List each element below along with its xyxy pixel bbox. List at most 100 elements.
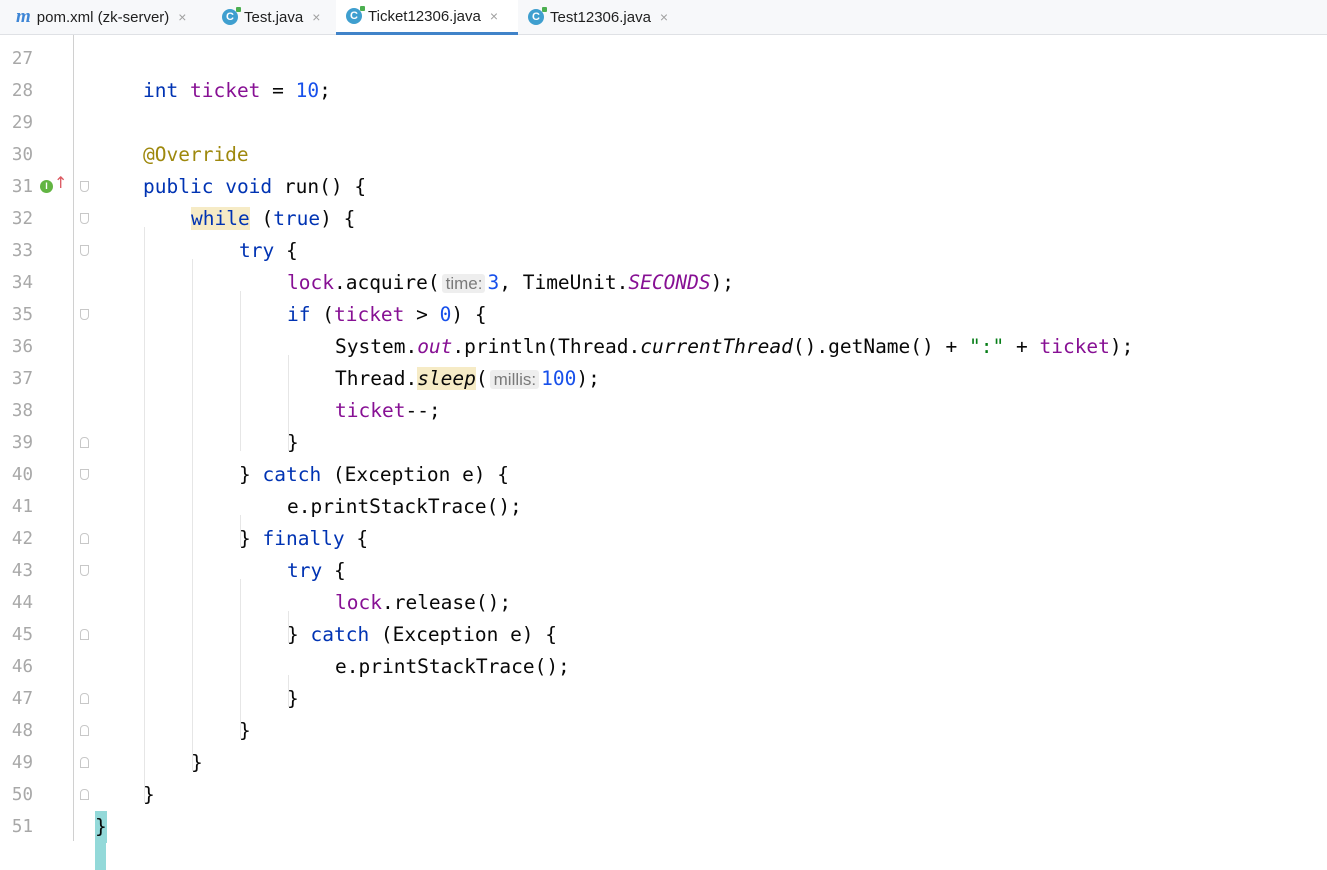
code-line: 42 } finally { (0, 523, 1327, 555)
fold-icon[interactable] (80, 469, 89, 480)
code-line: 39 } (0, 427, 1327, 459)
code-token: run() { (272, 175, 367, 198)
keyword: int (143, 79, 179, 102)
fold-end-icon[interactable] (80, 533, 89, 544)
line-number: 35 (11, 305, 33, 325)
line-number: 43 (11, 561, 33, 581)
close-icon[interactable]: × (178, 9, 186, 25)
code-line: 28 int ticket = 10; (0, 75, 1327, 107)
code-token: ().getName() + (792, 335, 969, 358)
field: lock (335, 591, 382, 614)
brace-highlight-strip (95, 843, 106, 870)
close-icon[interactable]: × (312, 9, 320, 25)
field: ticket (1039, 335, 1110, 358)
fold-icon[interactable] (80, 213, 89, 224)
close-icon[interactable]: × (660, 9, 668, 25)
code-token: { (344, 527, 369, 550)
code-line: 50 } (0, 779, 1327, 811)
line-number: 44 (11, 593, 33, 613)
field: ticket (333, 303, 405, 326)
keyword: catch (262, 463, 322, 486)
fold-end-icon[interactable] (80, 437, 89, 448)
code-editor[interactable]: 27 28 int ticket = 10; 29 30 @Override 3… (0, 35, 1327, 870)
tab-ticket12306-java[interactable]: C Ticket12306.java × (336, 0, 518, 35)
code-token: (Exception e) { (369, 623, 558, 646)
code-line: 31 I ↑ public void run() { (0, 171, 1327, 203)
number-literal: 10 (295, 79, 320, 102)
code-line: 45 } catch (Exception e) { (0, 619, 1327, 651)
code-line: 36 System.out.println(Thread.currentThre… (0, 331, 1327, 363)
matched-brace: } (95, 811, 107, 843)
fold-icon[interactable] (80, 181, 89, 192)
code-text: try { (287, 555, 346, 587)
implements-icon[interactable]: I (40, 180, 53, 193)
code-line: 27 (0, 43, 1327, 75)
code-token: { (322, 559, 346, 582)
constant: SECONDS (628, 271, 711, 294)
code-token: .println(Thread. (452, 335, 641, 358)
line-number: 31 (11, 177, 33, 197)
fold-end-icon[interactable] (80, 725, 89, 736)
code-token: .release(); (381, 591, 512, 614)
line-number: 41 (11, 497, 33, 517)
code-token: ( (310, 303, 334, 326)
code-token: , TimeUnit. (499, 271, 629, 294)
keyword: true (273, 207, 321, 230)
code-text: } (143, 783, 155, 806)
annotation: @Override (143, 143, 249, 166)
override-arrow-icon[interactable]: ↑ (54, 175, 67, 191)
fold-end-icon[interactable] (80, 693, 89, 704)
code-token: > (404, 303, 440, 326)
java-class-icon: C (528, 7, 547, 25)
code-token: + (1004, 335, 1040, 358)
code-token: = (260, 79, 296, 102)
code-text: System.out.println(Thread.currentThread(… (335, 331, 1133, 363)
code-line: 38 ticket--; (0, 395, 1327, 427)
code-line: 32 while (true) { (0, 203, 1327, 235)
tab-test-java[interactable]: C Test.java × (212, 0, 336, 34)
fold-end-icon[interactable] (80, 757, 89, 768)
maven-icon: m (16, 6, 31, 27)
code-text: } (287, 431, 299, 454)
line-number: 51 (11, 817, 33, 837)
fold-icon[interactable] (80, 565, 89, 576)
code-token: } (239, 463, 263, 486)
code-line: 43 try { (0, 555, 1327, 587)
number-literal: 0 (439, 303, 452, 326)
code-token: { (274, 239, 298, 262)
code-line: 49 } (0, 747, 1327, 779)
line-number: 36 (11, 337, 33, 357)
static-method: sleep (417, 367, 476, 390)
code-text: try { (239, 235, 298, 267)
tab-label: pom.xml (zk-server) (36, 8, 170, 26)
code-token: ); (1109, 335, 1134, 358)
code-text: } finally { (239, 523, 368, 555)
code-token: System. (335, 335, 418, 358)
close-icon[interactable]: × (490, 8, 498, 24)
line-number: 34 (11, 273, 33, 293)
code-token: ( (475, 367, 488, 390)
field: ticket (189, 79, 261, 102)
keyword: public (143, 175, 214, 198)
number-literal: 100 (541, 367, 577, 390)
line-number: 39 (11, 433, 33, 453)
line-number: 28 (11, 81, 33, 101)
keyword: while (191, 207, 250, 230)
fold-icon[interactable] (80, 245, 89, 256)
code-text: e.printStackTrace(); (335, 655, 570, 678)
tab-test12306-java[interactable]: C Test12306.java × (518, 0, 688, 34)
code-text: } (287, 687, 299, 710)
code-line: 47 } (0, 683, 1327, 715)
fold-end-icon[interactable] (80, 629, 89, 640)
line-number: 50 (11, 785, 33, 805)
java-class-icon: C (222, 7, 241, 25)
code-text: public void run() { (143, 171, 366, 203)
line-number: 38 (11, 401, 33, 421)
line-number: 45 (11, 625, 33, 645)
tab-pom-xml[interactable]: m pom.xml (zk-server) × (0, 0, 212, 34)
fold-end-icon[interactable] (80, 789, 89, 800)
fold-icon[interactable] (80, 309, 89, 320)
keyword: void (225, 175, 273, 198)
code-token: } (287, 623, 311, 646)
editor-tab-bar: m pom.xml (zk-server) × C Test.java × C … (0, 0, 1327, 35)
